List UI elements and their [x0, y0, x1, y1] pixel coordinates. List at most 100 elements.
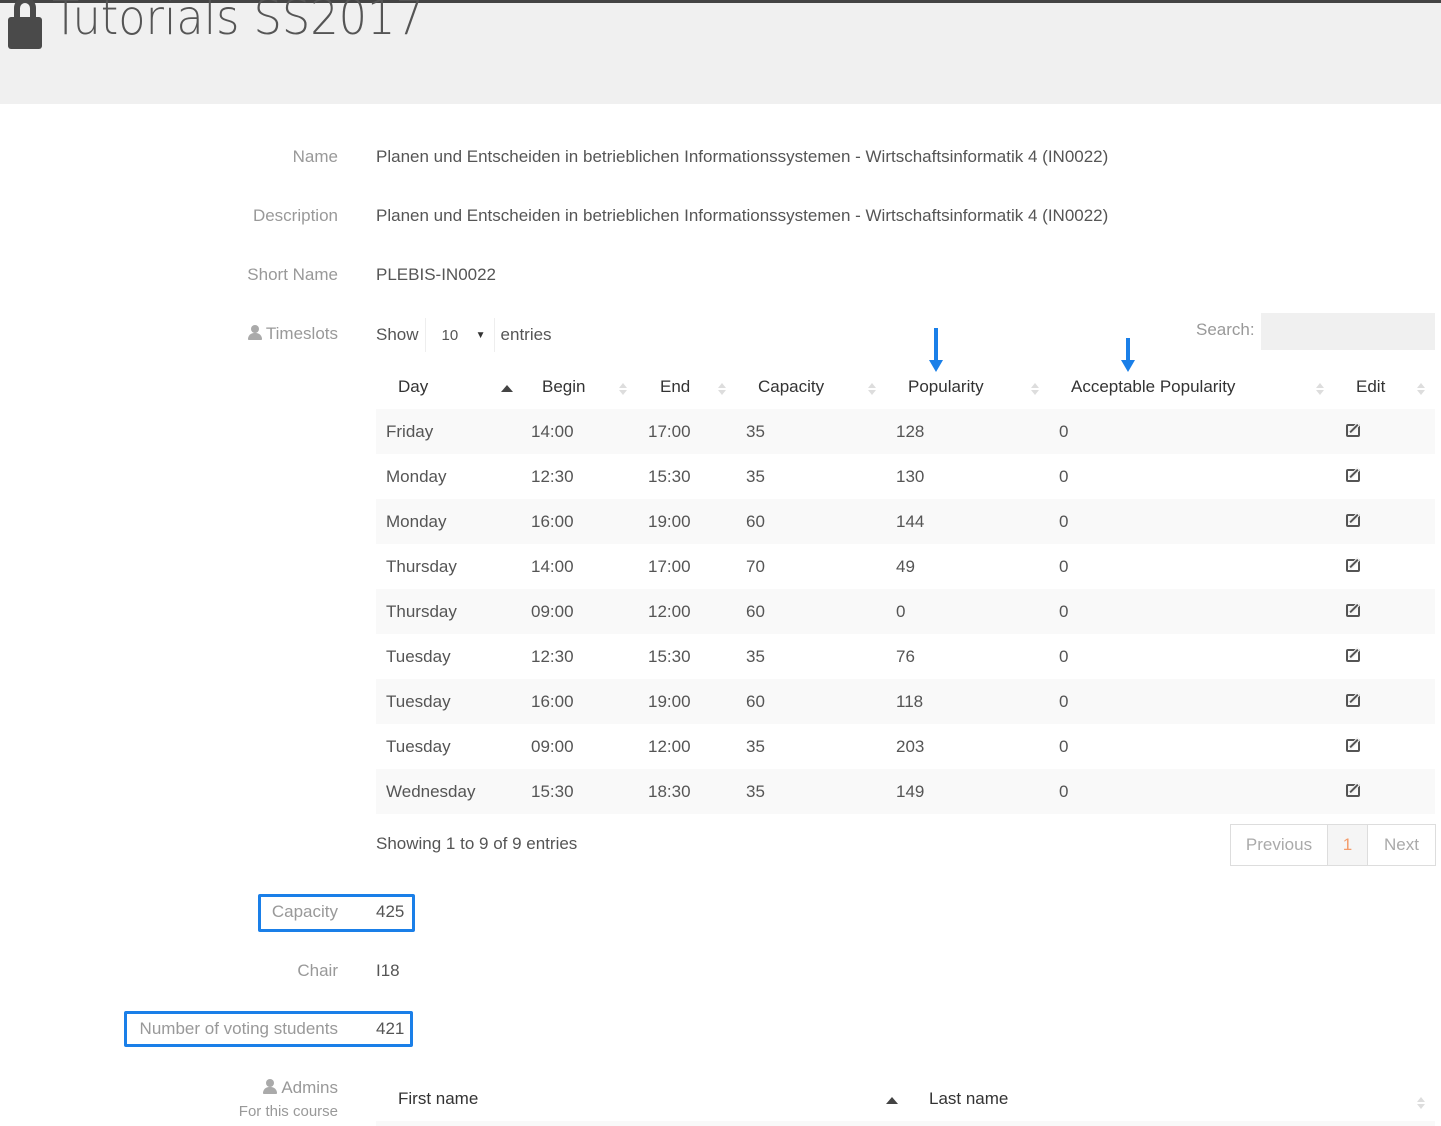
name-value: Planen und Entscheiden in betrieblichen …	[376, 147, 1109, 166]
begin-cell: 16:00	[531, 691, 574, 711]
capacity-cell: 70	[746, 556, 765, 576]
sort-icon	[1417, 383, 1425, 397]
edit-cell	[1334, 769, 1435, 814]
popularity-cell: 128	[896, 421, 925, 441]
end-cell: 17:00	[648, 556, 691, 576]
popularity-cell: 0	[896, 601, 906, 621]
end-cell: 17:00	[648, 421, 691, 441]
search-label: Search:	[1196, 320, 1255, 339]
edit-icon[interactable]	[1346, 421, 1364, 437]
edit-cell	[1334, 409, 1435, 454]
begin-cell: 12:30	[531, 646, 574, 666]
search-input[interactable]	[1261, 313, 1435, 350]
end-cell: 19:00	[648, 511, 691, 531]
previous-page-button[interactable]: Previous	[1231, 825, 1328, 865]
table-row: Monday 16:00 19:00 60 144 0	[376, 499, 1435, 544]
edit-icon[interactable]	[1346, 556, 1364, 572]
acceptable-popularity-cell: 0	[1059, 511, 1069, 531]
chair-value: I18	[376, 961, 400, 980]
user-icon	[247, 325, 262, 340]
day-cell: Tuesday	[386, 646, 451, 666]
timeslots-label: Timeslots	[247, 324, 338, 344]
day-cell: Thursday	[386, 601, 457, 621]
sort-icon	[718, 383, 726, 397]
day-cell: Wednesday	[386, 781, 476, 801]
timeslots-table: Day Begin End Capacity Popularity Accept…	[376, 365, 1435, 814]
edit-cell	[1334, 679, 1435, 724]
acceptable-popularity-cell: 0	[1059, 466, 1069, 486]
column-header-day[interactable]: Day	[376, 365, 521, 409]
column-header-edit[interactable]: Edit	[1334, 365, 1435, 409]
page-title-text: Tutorials SS2017	[52, 0, 424, 46]
acceptable-popularity-cell: 0	[1059, 781, 1069, 801]
table-info: Showing 1 to 9 of 9 entries	[376, 834, 578, 853]
begin-cell: 16:00	[531, 511, 574, 531]
page-header: Tutorials SS2017	[0, 0, 1441, 104]
column-header-acceptable-popularity[interactable]: Acceptable Popularity	[1049, 365, 1334, 409]
column-header-popularity[interactable]: Popularity	[886, 365, 1049, 409]
page-length-control: Show 10 ▼ entries	[376, 318, 552, 352]
page-length-select[interactable]: 10 ▼	[424, 318, 495, 352]
edit-icon[interactable]	[1346, 601, 1364, 617]
annotation-arrow-acceptable-popularity	[1121, 338, 1135, 372]
acceptable-popularity-cell: 0	[1059, 421, 1069, 441]
column-header-last-name[interactable]: Last name	[907, 1077, 1435, 1121]
popularity-cell: 149	[896, 781, 925, 801]
edit-icon[interactable]	[1346, 736, 1364, 752]
edit-cell	[1334, 454, 1435, 499]
edit-icon[interactable]	[1346, 646, 1364, 662]
end-cell: 12:00	[648, 736, 691, 756]
capacity-cell: 35	[746, 646, 765, 666]
capacity-cell: 35	[746, 736, 765, 756]
lock-icon	[8, 0, 42, 49]
table-row: Thursday 09:00 12:00 60 0 0	[376, 589, 1435, 634]
edit-cell	[1334, 544, 1435, 589]
table-row: Monday 12:30 15:30 35 130 0	[376, 454, 1435, 499]
capacity-value: 425	[376, 902, 405, 921]
capacity-cell: 60	[746, 601, 765, 621]
edit-cell	[1334, 724, 1435, 769]
page-1-button[interactable]: 1	[1328, 825, 1368, 865]
day-cell: Monday	[386, 511, 447, 531]
acceptable-popularity-cell: 0	[1059, 691, 1069, 711]
voting-students-value: 421	[376, 1019, 405, 1038]
day-cell: Tuesday	[386, 736, 451, 756]
sort-icon	[1031, 383, 1039, 397]
admins-table: First name Last name	[376, 1077, 1435, 1121]
next-page-button[interactable]: Next	[1368, 825, 1435, 865]
short-name-value: PLEBIS-IN0022	[376, 265, 497, 284]
begin-cell: 12:30	[531, 466, 574, 486]
end-cell: 15:30	[648, 466, 691, 486]
admins-label-text: Admins	[281, 1078, 338, 1097]
popularity-cell: 130	[896, 466, 925, 486]
short-name-label: Short Name	[247, 265, 338, 284]
column-header-first-name[interactable]: First name	[376, 1077, 907, 1121]
edit-icon[interactable]	[1346, 781, 1364, 797]
begin-cell: 09:00	[531, 601, 574, 621]
name-label: Name	[292, 147, 338, 166]
acceptable-popularity-cell: 0	[1059, 556, 1069, 576]
edit-icon[interactable]	[1346, 511, 1364, 527]
begin-cell: 14:00	[531, 556, 574, 576]
popularity-cell: 144	[896, 511, 925, 531]
edit-icon[interactable]	[1346, 466, 1364, 482]
capacity-cell: 35	[746, 421, 765, 441]
column-header-capacity[interactable]: Capacity	[736, 365, 886, 409]
day-cell: Friday	[386, 421, 434, 441]
edit-icon[interactable]	[1346, 691, 1364, 707]
table-row: Tuesday 16:00 19:00 60 118 0	[376, 679, 1435, 724]
column-header-end[interactable]: End	[638, 365, 736, 409]
begin-cell: 09:00	[531, 736, 574, 756]
acceptable-popularity-cell: 0	[1059, 736, 1069, 756]
acceptable-popularity-cell: 0	[1059, 601, 1069, 621]
day-cell: Tuesday	[386, 691, 451, 711]
popularity-cell: 76	[896, 646, 915, 666]
end-cell: 12:00	[648, 601, 691, 621]
popularity-cell: 203	[896, 736, 925, 756]
description-value: Planen und Entscheiden in betrieblichen …	[376, 206, 1109, 225]
sort-ascending-icon	[886, 1095, 898, 1109]
page-title: Tutorials SS2017	[8, 0, 452, 49]
table-row: Friday 14:00 17:00 35 128 0	[376, 409, 1435, 454]
day-cell: Monday	[386, 466, 447, 486]
column-header-begin[interactable]: Begin	[521, 365, 638, 409]
